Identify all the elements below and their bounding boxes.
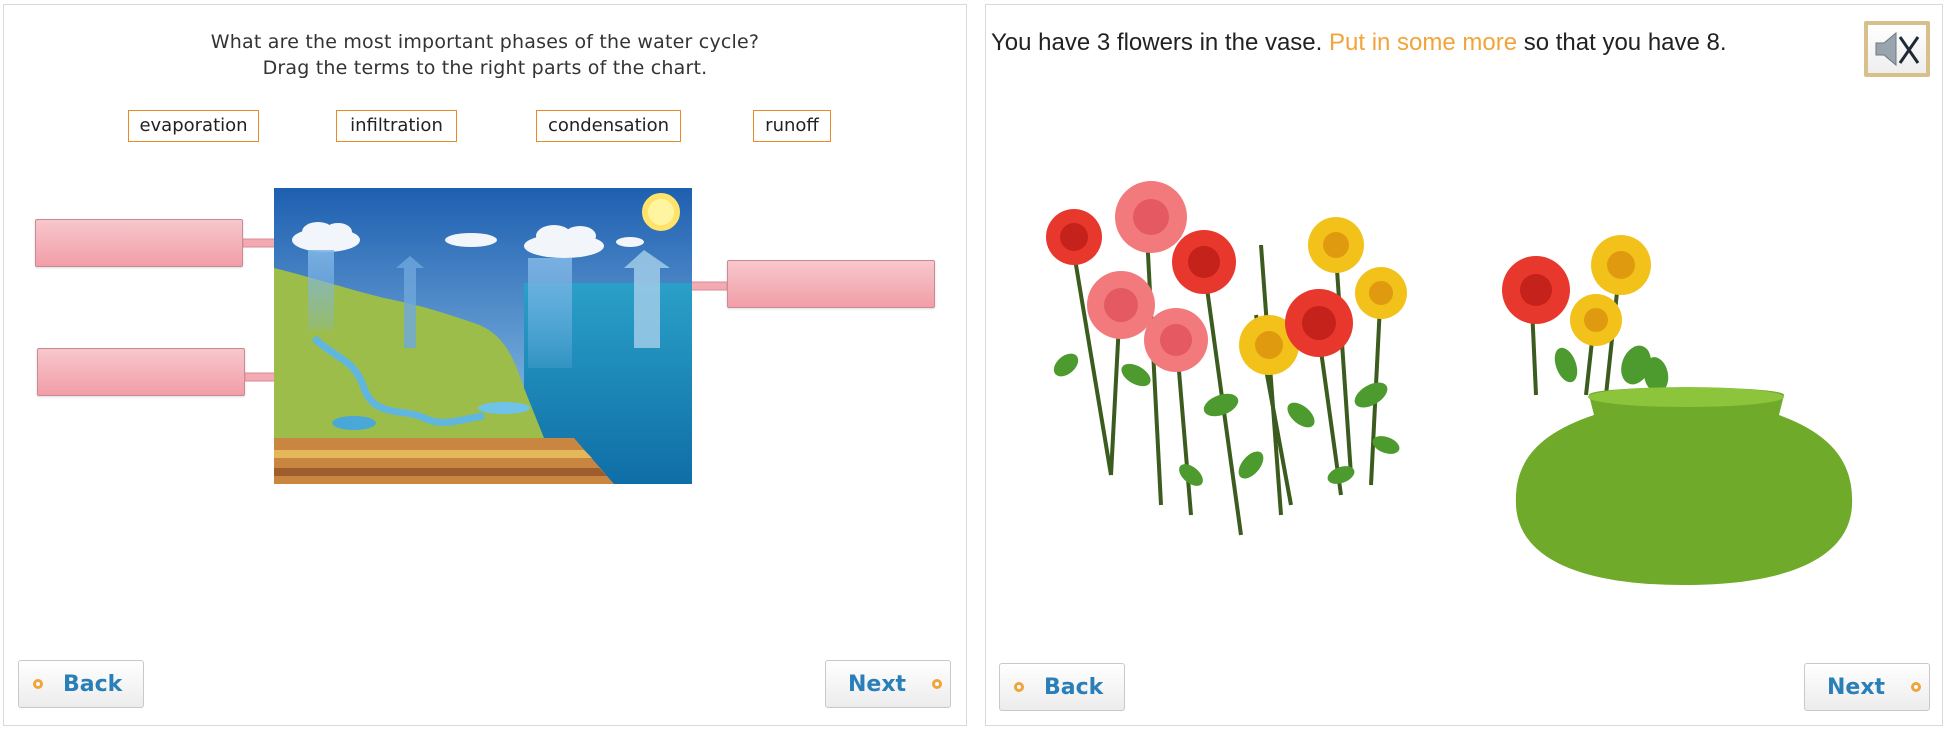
rain-2	[528, 258, 572, 368]
bullet-circle-icon	[932, 679, 943, 689]
flower-bunch	[1046, 181, 1407, 536]
sound-toggle-button[interactable]	[1864, 21, 1930, 77]
speaker-muted-icon	[1875, 31, 1920, 67]
water-cycle-chart	[274, 188, 692, 484]
flowers-exercise-panel: You have 3 flowers in the vase. Put in s…	[985, 4, 1943, 726]
sentence-part-2: so that you have 8.	[1517, 29, 1727, 56]
back-label: Back	[63, 671, 123, 697]
sentence-part-1: You have 3 flowers in the vase.	[991, 29, 1329, 56]
back-button[interactable]: Back	[18, 660, 144, 708]
next-button[interactable]: Next	[825, 660, 951, 708]
bullet-circle-icon	[1911, 682, 1922, 692]
roses	[1046, 181, 1407, 375]
water-cycle-exercise-panel: What are the most important phases of th…	[3, 4, 967, 726]
next-label: Next	[1827, 674, 1886, 700]
sun-icon	[642, 193, 680, 231]
bullet-circle-icon	[33, 679, 43, 689]
instruction-sentence: You have 3 flowers in the vase. Put in s…	[991, 29, 1727, 57]
next-label: Next	[848, 671, 907, 697]
soil-layers	[274, 438, 614, 484]
rain-1	[308, 250, 334, 330]
back-label: Back	[1044, 674, 1104, 700]
green-vase	[1515, 387, 1853, 585]
next-button[interactable]: Next	[1804, 663, 1930, 711]
vase-with-flowers	[1502, 235, 1853, 585]
bullet-circle-icon	[1014, 682, 1024, 692]
sentence-highlight[interactable]: Put in some more	[1329, 29, 1517, 56]
back-button[interactable]: Back	[999, 663, 1125, 711]
